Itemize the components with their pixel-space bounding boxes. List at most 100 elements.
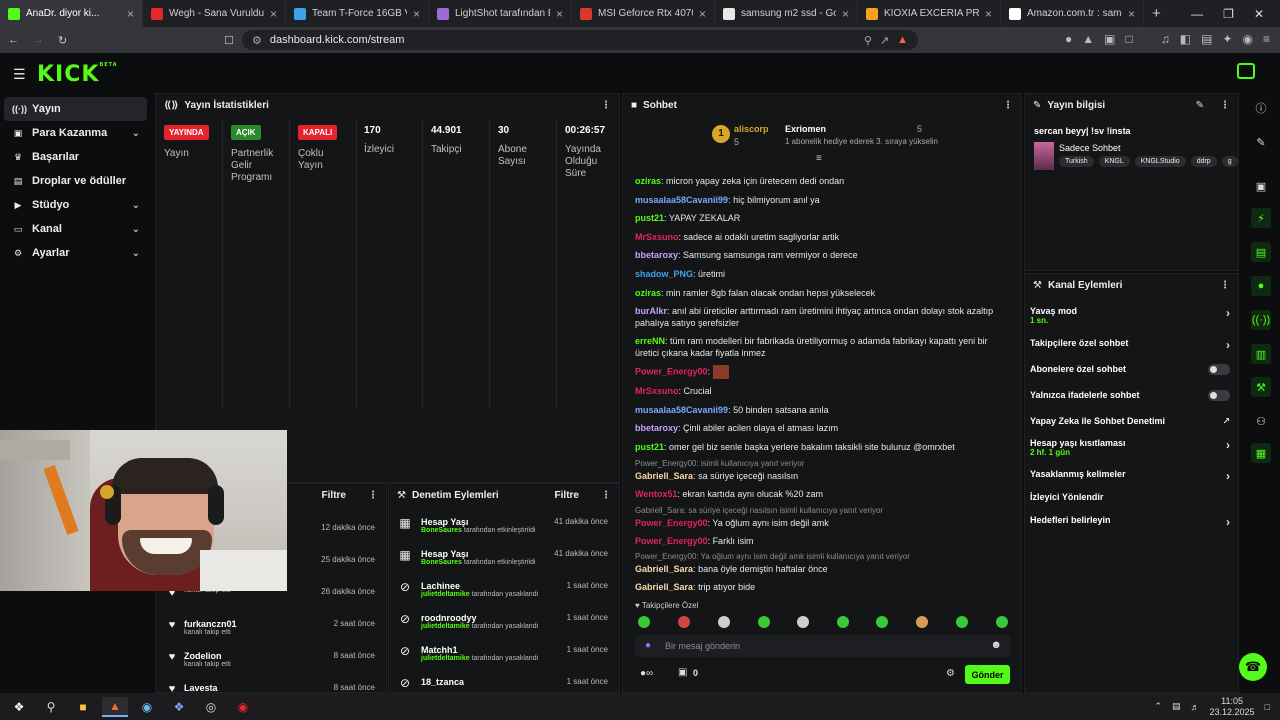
tray-arrow-icon[interactable]: ⌃ [1154, 701, 1162, 712]
extension-icon[interactable]: ● [1065, 32, 1072, 46]
more-options-icon[interactable]: ⋮ [1003, 100, 1013, 111]
sidebar-item[interactable]: ♛ Başarılar [0, 145, 150, 169]
camera-icon[interactable]: ▣ [1251, 176, 1271, 196]
tag-chip[interactable]: Turkish [1059, 156, 1094, 167]
target-user[interactable]: Exriomen [785, 124, 826, 134]
chat-username[interactable]: Power_Energy00 [635, 366, 708, 376]
profile-icon[interactable] [1237, 63, 1255, 79]
more-options-icon[interactable]: ⋮ [368, 490, 378, 501]
filter-button[interactable]: Filtre [322, 490, 346, 501]
moderator-name[interactable]: julietdeltamike [421, 655, 470, 662]
chat-username[interactable]: pust21 [635, 213, 664, 223]
category-name[interactable]: Sadece Sohbet [1059, 143, 1121, 153]
sidebar-item[interactable]: ▣ Para Kazanma ⌄ [0, 121, 150, 145]
notification-icon[interactable]: □ [1265, 702, 1270, 712]
moderator-name[interactable]: julietdeltamike [421, 623, 470, 630]
url-text[interactable]: dashboard.kick.com/stream [270, 34, 405, 46]
chevron-down-icon[interactable]: ⌄ [132, 248, 140, 259]
mic-icon[interactable]: ● [645, 640, 651, 651]
moderator-name[interactable]: BoneSaures [421, 527, 462, 534]
close-window-icon[interactable]: ✕ [1254, 7, 1264, 21]
browser-tab[interactable]: Team T-Force 16GB Vulcan Bla × [286, 0, 429, 27]
chat-settings-icon[interactable]: ⚙ [946, 668, 955, 679]
emote-icon[interactable] [956, 616, 968, 628]
chevron-right-icon[interactable]: › [1226, 515, 1230, 529]
channel-action-4[interactable]: Yalnızca ifadelerle sohbet [1030, 390, 1236, 401]
chat-bubble-icon[interactable]: ● [1251, 276, 1271, 296]
chat-username[interactable]: Power_Energy00 [635, 518, 708, 528]
gift-icon[interactable]: ▣ [678, 667, 687, 678]
sidebar-item[interactable]: ▤ Droplar ve ödüller [0, 169, 150, 193]
app-icon[interactable]: ❖ [166, 697, 192, 717]
chat-username[interactable]: shadow_PNG [635, 269, 693, 279]
chevron-right-icon[interactable]: › [1226, 438, 1230, 452]
chevron-right-icon[interactable]: › [1226, 338, 1230, 352]
browser-tab[interactable]: samsung m2 ssd - Google'da A × [715, 0, 858, 27]
chat-users-icon[interactable]: ●∞ [640, 668, 653, 679]
chevron-down-icon[interactable]: ⌄ [132, 128, 140, 139]
bookmark-icon[interactable]: ☐ [224, 34, 234, 47]
chat-username[interactable]: Gabriell_Sara [635, 471, 693, 481]
moderation-target[interactable]: 18_tzanca [421, 677, 464, 687]
clipboard-icon[interactable]: ▤ [1251, 242, 1271, 262]
chevron-down-icon[interactable]: ⌄ [132, 200, 140, 211]
kick-logo[interactable]: KICKBETA [37, 62, 118, 87]
browser-tab[interactable]: Amazon.com.tr : samsung m2 × [1001, 0, 1144, 27]
bolt-icon[interactable]: ⚡ [1251, 208, 1271, 228]
chat-username[interactable]: Gabriell_Sara [635, 582, 693, 592]
sidebar-item[interactable]: ▶ Stüdyo ⌄ [0, 193, 150, 217]
moderator-name[interactable]: julietdeltamike [421, 591, 470, 598]
moderation-target[interactable]: Hesap Yaşı [421, 517, 535, 527]
emote-icon[interactable] [758, 616, 770, 628]
browser-tab[interactable]: MSI Geforce Rtx 4070 Ti Super × [572, 0, 715, 27]
moderation-target[interactable]: Lachinee [421, 581, 539, 591]
support-chat-button[interactable]: ☎ [1239, 653, 1267, 681]
external-link-icon[interactable]: ↗ [1222, 416, 1230, 427]
network-icon[interactable]: ▤ [1172, 701, 1181, 712]
chat-username[interactable]: MrSxsuno [635, 232, 679, 242]
zoom-icon[interactable]: ⚲ [864, 34, 872, 47]
chevron-down-icon[interactable]: ⌄ [132, 224, 140, 235]
emote-icon[interactable] [797, 616, 809, 628]
windows-start-icon[interactable]: ❖ [6, 697, 32, 717]
more-options-icon[interactable]: ⋮ [1220, 280, 1230, 291]
tag-chip[interactable]: KNGLStudio [1134, 156, 1186, 167]
forward-icon[interactable]: → [33, 34, 44, 46]
close-icon[interactable]: × [985, 7, 992, 21]
chat-username[interactable]: Gabriell_Sara [635, 564, 693, 574]
browser-tab[interactable]: LightShot tarafından Ekran Gö × [429, 0, 572, 27]
moderation-target[interactable]: roodnroodyy [421, 613, 539, 623]
chat-username[interactable]: musaalaa58Cavanii99 [635, 405, 728, 415]
close-icon[interactable]: × [270, 7, 277, 21]
filter-button[interactable]: Filtre [555, 490, 579, 501]
clock[interactable]: 11:05 23.12.2025 [1210, 696, 1255, 718]
more-options-icon[interactable]: ⋮ [1220, 100, 1230, 111]
chat-input[interactable]: ● Bir mesaj gönderin ☻ [635, 635, 1010, 657]
site-info-icon[interactable]: ⚙ [252, 34, 262, 47]
brave-shield-icon[interactable]: ▲ [897, 34, 908, 46]
sidebar-icon[interactable]: ◧ [1180, 32, 1191, 46]
close-icon[interactable]: × [842, 7, 849, 21]
app-icon[interactable]: ◉ [230, 697, 256, 717]
close-icon[interactable]: × [1128, 7, 1135, 21]
moderation-target[interactable]: Hesap Yaşı [421, 549, 535, 559]
dashboard-icon[interactable]: ▦ [1251, 443, 1271, 463]
file-explorer-icon[interactable]: ■ [70, 697, 96, 717]
chat-username[interactable]: burAlkr [635, 306, 667, 316]
back-icon[interactable]: ← [8, 34, 19, 46]
emote-icon[interactable] [996, 616, 1008, 628]
sidebar-item[interactable]: ((·)) Yayın [4, 97, 147, 121]
brave-browser-icon[interactable]: ▲ [102, 696, 128, 717]
emote-icon[interactable] [916, 616, 928, 628]
leader-user[interactable]: aliscorp [734, 124, 769, 134]
close-icon[interactable]: × [127, 7, 134, 21]
sidebar-item[interactable]: ▭ Kanal ⌄ [0, 217, 150, 241]
search-icon[interactable]: ⚲ [38, 697, 64, 717]
channel-action-7[interactable]: Yasaklanmış kelimeler › [1030, 469, 1236, 483]
edit-icon[interactable]: ✎ [1196, 100, 1204, 111]
sidebar-item[interactable]: ⚙ Ayarlar ⌄ [0, 241, 150, 265]
emote-icon[interactable] [678, 616, 690, 628]
tag-chip[interactable]: KNGL [1098, 156, 1130, 167]
chat-username[interactable]: oziras [635, 176, 661, 186]
close-icon[interactable]: × [413, 7, 420, 21]
